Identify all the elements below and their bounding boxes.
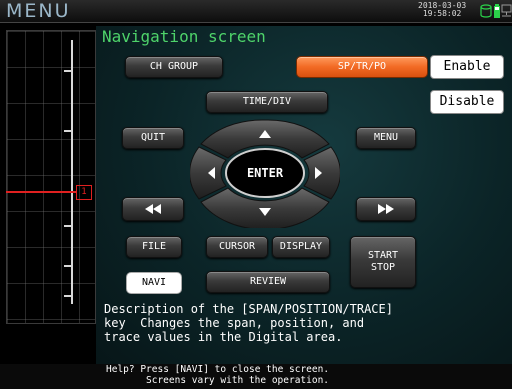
file-button[interactable]: FILE bbox=[126, 236, 182, 258]
navi-button[interactable]: NAVI bbox=[126, 272, 182, 294]
channel-marker: 1 bbox=[76, 185, 92, 200]
status-bar: MENU 2018-03-03 19:58:02 bbox=[0, 0, 512, 23]
help-line-1: Help? Press [NAVI] to close the screen. bbox=[106, 364, 330, 375]
waveform-trace bbox=[6, 191, 76, 193]
enable-button[interactable]: Enable bbox=[430, 55, 504, 79]
key-description: Description of the [SPAN/POSITION/TRACE]… bbox=[104, 302, 393, 344]
rewind-icon bbox=[145, 204, 161, 214]
start-stop-button[interactable]: START STOP bbox=[350, 236, 416, 288]
scale-tick bbox=[64, 265, 72, 267]
ch-group-button[interactable]: CH GROUP bbox=[125, 56, 223, 78]
help-text: Help? Press [NAVI] to close the screen. S… bbox=[106, 364, 329, 386]
enter-label: ENTER bbox=[246, 166, 284, 180]
scale-tick bbox=[64, 225, 72, 227]
help-bar: Help? Press [NAVI] to close the screen. S… bbox=[0, 364, 512, 389]
menu-title[interactable]: MENU bbox=[6, 0, 71, 22]
stop-label: STOP bbox=[370, 262, 396, 273]
help-line-2: Screens vary with the operation. bbox=[146, 375, 330, 386]
fast-forward-icon bbox=[378, 204, 394, 214]
scale-tick bbox=[64, 70, 72, 72]
sp-tr-po-button[interactable]: SP/TR/PO bbox=[296, 56, 428, 78]
cursor-button[interactable]: CURSOR bbox=[206, 236, 268, 258]
scale-tick bbox=[64, 295, 72, 297]
waveform-area[interactable] bbox=[6, 30, 96, 324]
time-text: 19:58:02 bbox=[422, 9, 462, 18]
menu-button[interactable]: MENU bbox=[356, 127, 416, 149]
panel-title: Navigation screen bbox=[102, 27, 266, 46]
fast-forward-button[interactable] bbox=[356, 197, 416, 221]
quit-button[interactable]: QUIT bbox=[122, 127, 184, 149]
storage-icon bbox=[480, 4, 492, 18]
rewind-button[interactable] bbox=[122, 197, 184, 221]
datetime: 2018-03-03 19:58:02 bbox=[418, 2, 466, 18]
start-label: START bbox=[367, 250, 399, 261]
battery-icon bbox=[494, 4, 500, 18]
scale-tick bbox=[64, 130, 72, 132]
disable-button[interactable]: Disable bbox=[430, 90, 504, 114]
time-div-button[interactable]: TIME/DIV bbox=[206, 91, 328, 113]
display-button[interactable]: DISPLAY bbox=[272, 236, 330, 258]
review-button[interactable]: REVIEW bbox=[206, 271, 330, 293]
network-icon bbox=[501, 4, 512, 17]
